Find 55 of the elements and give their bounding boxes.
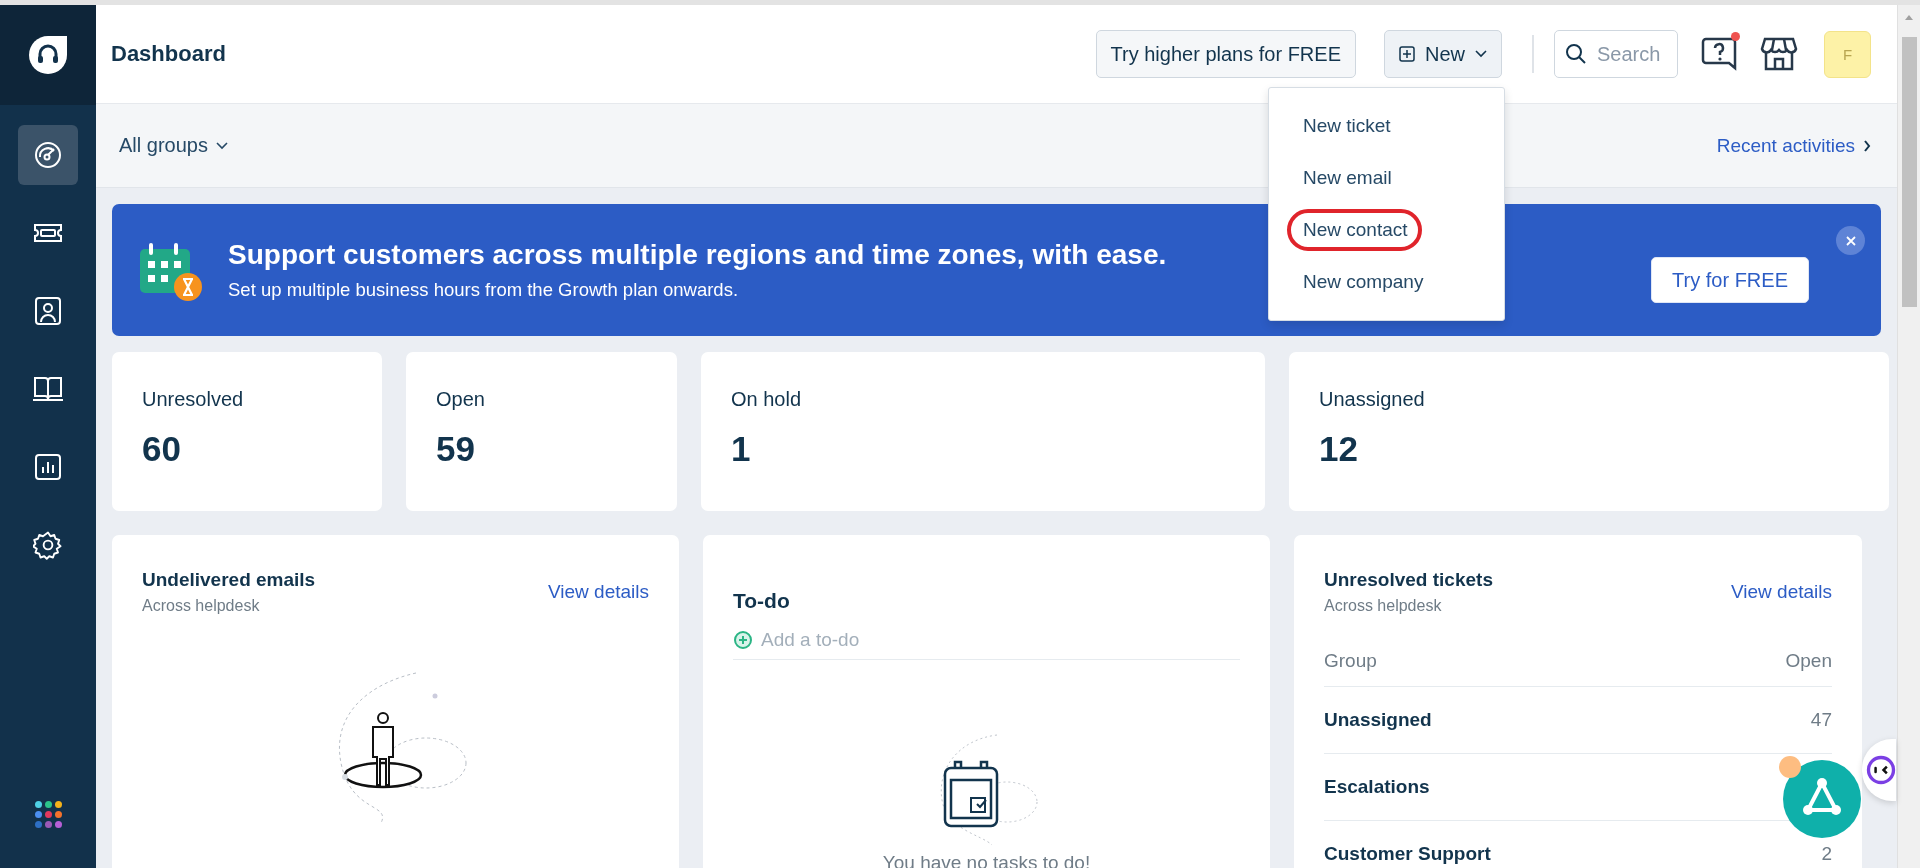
headset-logo-icon[interactable] (27, 34, 69, 76)
group-name: Escalations (1324, 776, 1430, 798)
stat-label: Open (436, 388, 486, 411)
caret-icon (1475, 50, 1487, 58)
book-icon (32, 375, 64, 403)
open-count: 47 (1810, 709, 1832, 731)
open-count: 2 (1821, 843, 1832, 865)
banner-subtitle: Set up multiple business hours from the Growth plan onwards. (228, 279, 739, 301)
new-button[interactable]: New (1384, 30, 1502, 78)
help-icon[interactable] (1700, 35, 1738, 73)
store-icon[interactable] (1760, 36, 1798, 72)
chat-fab-icon[interactable] (1778, 755, 1862, 839)
stat-value: 60 (142, 429, 182, 470)
apps-grid-icon[interactable] (34, 801, 62, 828)
card-title: Unresolved tickets (1324, 569, 1493, 591)
plus-square-icon (1399, 46, 1415, 62)
recent-activities-link[interactable]: Recent activities (1716, 134, 1871, 157)
ticket-icon (32, 222, 64, 244)
add-icon[interactable] (733, 630, 753, 650)
stat-label: Unresolved (142, 388, 245, 411)
chevron-right-icon (1863, 139, 1871, 152)
group-name: Customer Support (1324, 843, 1491, 865)
menu-item[interactable]: New company (1287, 261, 1438, 303)
search-field[interactable]: Search (1554, 30, 1678, 78)
scrollbar-thumb[interactable] (1901, 37, 1917, 307)
stat-label: On hold (731, 388, 803, 411)
chevron-down-icon (215, 141, 228, 150)
close-icon (1844, 234, 1857, 247)
menu-item[interactable]: New email (1287, 157, 1406, 199)
menu-item[interactable]: New contact (1287, 209, 1422, 251)
page-title: Dashboard (111, 41, 227, 67)
stat-value: 1 (731, 429, 752, 470)
stat-label: Unassigned (1319, 388, 1426, 411)
card-subtitle: Across helpdesk (142, 597, 261, 615)
settings-icon (33, 530, 63, 560)
sidebar-item[interactable] (18, 125, 78, 185)
card-subtitle: Across helpdesk (1324, 597, 1443, 615)
menu-item[interactable]: New ticket (1287, 105, 1405, 147)
column-header: Group (1324, 649, 1377, 672)
close-button[interactable] (1836, 226, 1865, 255)
view-details-link[interactable]: View details (547, 581, 649, 603)
card-title: Undelivered emails (142, 569, 316, 591)
stat-value: 59 (436, 429, 476, 470)
group-filter-dropdown[interactable]: All groups (119, 134, 228, 157)
chart-icon (34, 453, 62, 481)
contact-icon (34, 296, 62, 326)
trial-button[interactable]: Try higher plans for FREE (1095, 30, 1356, 78)
try-free-button[interactable]: Try for FREE (1651, 257, 1809, 303)
banner-title: Support customers across multiple regions and time zones, with ease. (228, 239, 1167, 271)
column-header: Open (1785, 649, 1832, 672)
stat-value: 12 (1319, 429, 1359, 470)
group-name: Unassigned (1324, 709, 1432, 731)
view-details-link[interactable]: View details (1730, 581, 1832, 603)
card-title: To-do (733, 589, 791, 613)
gauge-icon (33, 140, 63, 170)
